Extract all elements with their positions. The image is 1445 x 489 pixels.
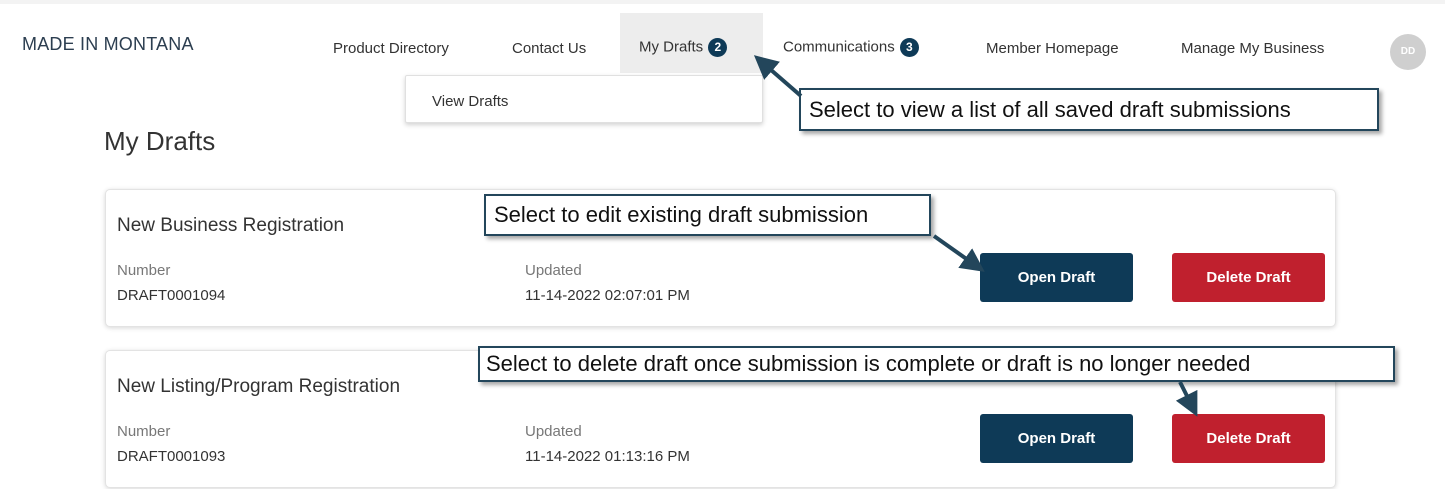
draft-updated-label: Updated <box>525 423 582 440</box>
page-title: My Drafts <box>104 126 216 156</box>
user-avatar[interactable]: DD <box>1390 34 1426 70</box>
draft-title: New Listing/Program Registration <box>117 376 401 397</box>
my-drafts-count-badge: 2 <box>708 38 728 57</box>
brand-logo-text[interactable]: MADE IN MONTANA <box>22 34 194 55</box>
communications-count-badge: 3 <box>899 38 919 57</box>
draft-updated-label: Updated <box>525 262 582 279</box>
draft-number-label: Number <box>117 423 171 440</box>
draft-updated-date: 11-14-2022 02:07:01 PM <box>525 287 690 304</box>
nav-member-homepage[interactable]: Member Homepage <box>986 40 1119 57</box>
nav-contact-us[interactable]: Contact Us <box>512 40 586 57</box>
my-drafts-dropdown-menu: View Drafts <box>405 75 763 123</box>
draft-number: DRAFT0001093 <box>117 448 226 465</box>
nav-communications[interactable]: Communications 3 <box>783 38 919 57</box>
nav-my-drafts[interactable]: My Drafts 2 <box>639 38 728 57</box>
draft-number-label: Number <box>117 262 171 279</box>
open-draft-button[interactable]: Open Draft <box>980 414 1133 463</box>
delete-draft-button[interactable]: Delete Draft <box>1172 253 1325 302</box>
callout-edit-draft: Select to edit existing draft submission <box>484 194 931 236</box>
menu-item-view-drafts[interactable]: View Drafts <box>432 93 508 110</box>
callout-delete-draft: Select to delete draft once submission i… <box>478 346 1395 382</box>
top-divider <box>0 0 1445 4</box>
nav-communications-label: Communications <box>783 38 895 56</box>
nav-manage-my-business[interactable]: Manage My Business <box>1181 40 1324 57</box>
nav-product-directory[interactable]: Product Directory <box>333 40 449 57</box>
draft-number: DRAFT0001094 <box>117 287 226 304</box>
open-draft-button[interactable]: Open Draft <box>980 253 1133 302</box>
delete-draft-button[interactable]: Delete Draft <box>1172 414 1325 463</box>
top-navigation-bar: MADE IN MONTANA Product Directory Contac… <box>0 0 1445 74</box>
nav-my-drafts-label: My Drafts <box>639 38 704 56</box>
callout-view-drafts: Select to view a list of all saved draft… <box>799 88 1379 131</box>
draft-title: New Business Registration <box>117 215 345 236</box>
draft-updated-date: 11-14-2022 01:13:16 PM <box>525 448 690 465</box>
